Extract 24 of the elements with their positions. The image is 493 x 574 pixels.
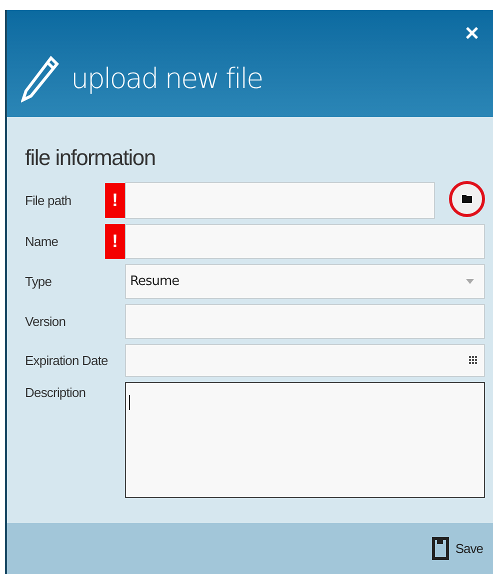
dialog-title: upload new file	[71, 61, 262, 97]
save-button[interactable]: Save	[432, 537, 483, 560]
dropdown-value: Resume	[130, 272, 180, 291]
field-label: Version	[25, 312, 67, 331]
pencil-icon	[21, 54, 59, 104]
field-label: Name	[25, 232, 60, 251]
text-field[interactable]	[125, 304, 485, 339]
file-path-field[interactable]	[125, 182, 435, 219]
description-field[interactable]	[125, 382, 485, 498]
folder-icon	[462, 194, 472, 203]
required-marker: !	[105, 224, 125, 259]
dropdown-arrow-icon	[466, 279, 474, 284]
date-field[interactable]	[125, 344, 485, 377]
text-field[interactable]	[125, 224, 485, 259]
calendar-icon	[469, 356, 478, 365]
text-cursor	[129, 395, 130, 410]
required-marker: !	[105, 183, 125, 218]
type-dropdown[interactable]: Resume	[125, 264, 485, 299]
field-label: File path	[25, 192, 72, 210]
field-label: Type	[25, 272, 53, 291]
field-label: Description	[25, 384, 87, 402]
close-button[interactable]: ×	[464, 22, 479, 46]
section-title: file information	[25, 144, 156, 172]
browse-button[interactable]	[449, 180, 485, 216]
